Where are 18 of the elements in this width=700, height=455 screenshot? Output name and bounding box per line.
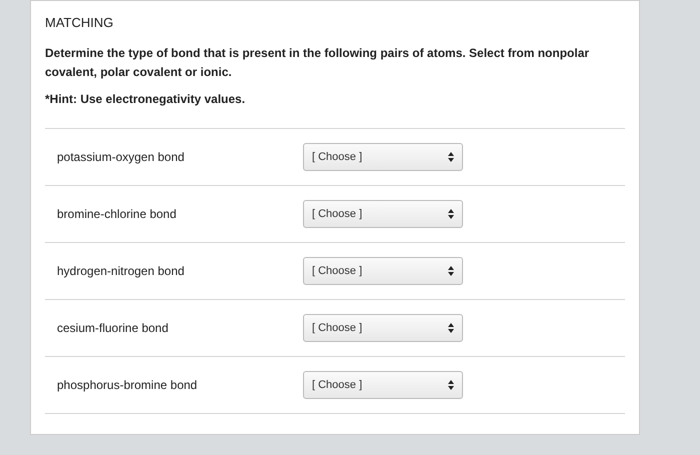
up-down-arrows-icon (448, 266, 454, 276)
bond-label: cesium-fluorine bond (57, 321, 170, 335)
up-down-arrows-icon (448, 323, 454, 333)
up-down-arrows-icon (448, 152, 454, 162)
answer-dropdown[interactable]: [ Choose ] (303, 257, 463, 285)
up-down-arrows-icon (448, 380, 454, 390)
hint-text: *Hint: Use electronegativity values. (45, 92, 246, 106)
answer-dropdown[interactable]: [ Choose ] (303, 371, 463, 399)
answer-dropdown[interactable]: [ Choose ] (303, 143, 463, 171)
bond-label: hydrogen-nitrogen bond (57, 264, 186, 278)
section-heading: MATCHING (45, 15, 114, 30)
answer-dropdown[interactable]: [ Choose ] (303, 200, 463, 228)
answer-dropdown[interactable]: [ Choose ] (303, 314, 463, 342)
up-down-arrows-icon (448, 209, 454, 219)
instructions-text: Determine the type of bond that is present in the following pairs of atoms. Select from nonpolar covalent, polar covalent or ionic. (45, 45, 590, 81)
bond-label: potassium-oxygen bond (57, 150, 186, 164)
bond-label: bromine-chlorine bond (57, 207, 178, 221)
bond-label: phosphorus-bromine bond (57, 378, 198, 392)
